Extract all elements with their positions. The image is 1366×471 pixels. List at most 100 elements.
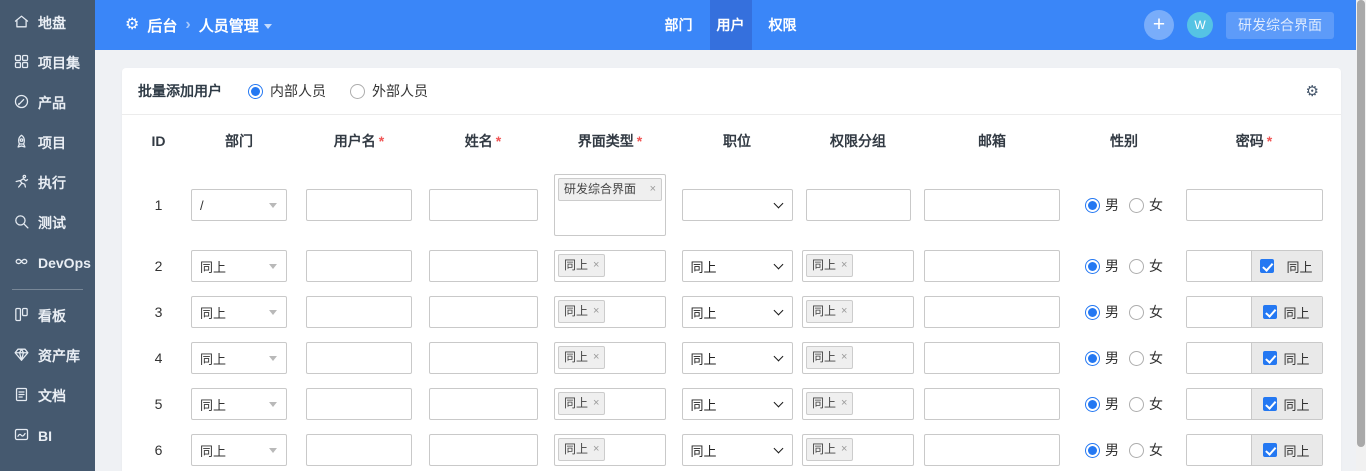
breadcrumb-current[interactable]: 人员管理 — [199, 15, 272, 36]
radio-female[interactable]: 女 — [1129, 195, 1163, 215]
breadcrumb-root[interactable]: 后台 — [147, 15, 177, 36]
realname-input[interactable] — [429, 189, 538, 221]
username-input[interactable] — [306, 189, 412, 221]
username-input[interactable] — [306, 296, 412, 328]
sidebar-item-test[interactable]: 测试 — [0, 203, 95, 243]
email-input[interactable] — [924, 250, 1060, 282]
remove-tag-icon[interactable]: × — [650, 182, 656, 197]
panel-settings-gear-icon[interactable]: ⚙ — [1306, 82, 1319, 100]
email-input[interactable] — [924, 434, 1060, 466]
interface-type-multiselect[interactable]: 同上× — [554, 434, 666, 466]
department-select[interactable]: 同上 — [191, 296, 287, 328]
password-same-toggle[interactable]: 同上 — [1251, 389, 1322, 419]
interface-type-multiselect[interactable]: 同上× — [554, 388, 666, 420]
remove-tag-icon[interactable]: × — [841, 304, 847, 319]
radio-female[interactable]: 女 — [1129, 440, 1163, 460]
position-select[interactable]: 同上 — [682, 342, 793, 374]
email-input[interactable] — [924, 296, 1060, 328]
tab-department[interactable]: 部门 — [658, 0, 700, 50]
username-input[interactable] — [306, 250, 412, 282]
position-select[interactable]: 同上 — [682, 250, 793, 282]
realname-input[interactable] — [429, 296, 538, 328]
department-select[interactable]: 同上 — [191, 342, 287, 374]
remove-tag-icon[interactable]: × — [841, 258, 847, 273]
position-select[interactable]: 同上 — [682, 434, 793, 466]
password-input[interactable] — [1187, 251, 1251, 281]
interface-type-multiselect[interactable]: 同上× — [554, 342, 666, 374]
avatar[interactable]: W — [1187, 12, 1213, 38]
username-input[interactable] — [306, 388, 412, 420]
tab-user[interactable]: 用户 — [710, 0, 752, 50]
vision-switch-button[interactable]: 研发综合界面 — [1226, 12, 1334, 39]
remove-tag-icon[interactable]: × — [841, 350, 847, 365]
privilege-group-multiselect[interactable]: 同上× — [802, 434, 914, 466]
remove-tag-icon[interactable]: × — [593, 396, 599, 411]
remove-tag-icon[interactable]: × — [841, 396, 847, 411]
password-input[interactable] — [1187, 297, 1251, 327]
remove-tag-icon[interactable]: × — [593, 442, 599, 457]
add-button[interactable]: + — [1144, 10, 1174, 40]
department-select[interactable]: 同上 — [191, 434, 287, 466]
remove-tag-icon[interactable]: × — [841, 442, 847, 457]
sidebar-item-project-set[interactable]: 项目集 — [0, 43, 95, 83]
realname-input[interactable] — [429, 342, 538, 374]
radio-male[interactable]: 男 — [1085, 302, 1119, 322]
department-select[interactable]: / — [191, 189, 287, 221]
realname-input[interactable] — [429, 250, 538, 282]
position-select[interactable]: 同上 — [682, 388, 793, 420]
remove-tag-icon[interactable]: × — [593, 258, 599, 273]
password-input[interactable] — [1187, 343, 1251, 373]
sidebar-item-devops[interactable]: DevOps — [0, 243, 95, 283]
sidebar-item-bi[interactable]: BI — [0, 416, 95, 456]
password-same-toggle[interactable]: 同上 — [1251, 297, 1322, 327]
interface-type-multiselect[interactable]: 同上× — [554, 250, 666, 282]
radio-male[interactable]: 男 — [1085, 440, 1119, 460]
password-input[interactable] — [1187, 389, 1251, 419]
position-select[interactable]: 同上 — [682, 296, 793, 328]
radio-female[interactable]: 女 — [1129, 348, 1163, 368]
sidebar-item-doc[interactable]: 文档 — [0, 376, 95, 416]
radio-external-user[interactable]: 外部人员 — [350, 81, 428, 101]
password-same-toggle[interactable]: 同上 — [1251, 343, 1322, 373]
sidebar-item-dashboard[interactable]: 地盘 — [0, 3, 95, 43]
privilege-group-multiselect[interactable]: 同上× — [802, 250, 914, 282]
password-input[interactable] — [1186, 189, 1323, 221]
position-select[interactable] — [682, 189, 793, 221]
radio-internal-user[interactable]: 内部人员 — [248, 81, 326, 101]
radio-male[interactable]: 男 — [1085, 195, 1119, 215]
email-input[interactable] — [924, 342, 1060, 374]
password-same-toggle[interactable]: 同上 — [1251, 435, 1322, 465]
username-input[interactable] — [306, 342, 412, 374]
sidebar-item-execution[interactable]: 执行 — [0, 163, 95, 203]
radio-male[interactable]: 男 — [1085, 256, 1119, 276]
tab-privilege[interactable]: 权限 — [762, 0, 804, 50]
department-select[interactable]: 同上 — [191, 250, 287, 282]
sidebar-item-assets[interactable]: 资产库 — [0, 336, 95, 376]
radio-female[interactable]: 女 — [1129, 302, 1163, 322]
radio-female[interactable]: 女 — [1129, 256, 1163, 276]
privilege-group-multiselect[interactable]: 同上× — [802, 342, 914, 374]
interface-type-multiselect[interactable]: 同上× — [554, 296, 666, 328]
password-same-toggle[interactable]: 同上 — [1251, 251, 1322, 281]
password-input[interactable] — [1187, 435, 1251, 465]
radio-male[interactable]: 男 — [1085, 348, 1119, 368]
email-input[interactable] — [924, 189, 1060, 221]
vertical-scrollbar[interactable] — [1356, 0, 1366, 471]
privilege-group-input[interactable] — [806, 189, 911, 221]
privilege-group-multiselect[interactable]: 同上× — [802, 296, 914, 328]
realname-input[interactable] — [429, 434, 538, 466]
scrollbar-thumb[interactable] — [1357, 0, 1365, 447]
privilege-group-multiselect[interactable]: 同上× — [802, 388, 914, 420]
remove-tag-icon[interactable]: × — [593, 350, 599, 365]
sidebar-item-product[interactable]: 产品 — [0, 83, 95, 123]
interface-type-multiselect[interactable]: 研发综合界面 × — [554, 174, 666, 236]
sidebar-item-project[interactable]: 项目 — [0, 123, 95, 163]
username-input[interactable] — [306, 434, 412, 466]
radio-female[interactable]: 女 — [1129, 394, 1163, 414]
department-select[interactable]: 同上 — [191, 388, 287, 420]
email-input[interactable] — [924, 388, 1060, 420]
remove-tag-icon[interactable]: × — [593, 304, 599, 319]
radio-male[interactable]: 男 — [1085, 394, 1119, 414]
realname-input[interactable] — [429, 388, 538, 420]
sidebar-item-kanban[interactable]: 看板 — [0, 296, 95, 336]
